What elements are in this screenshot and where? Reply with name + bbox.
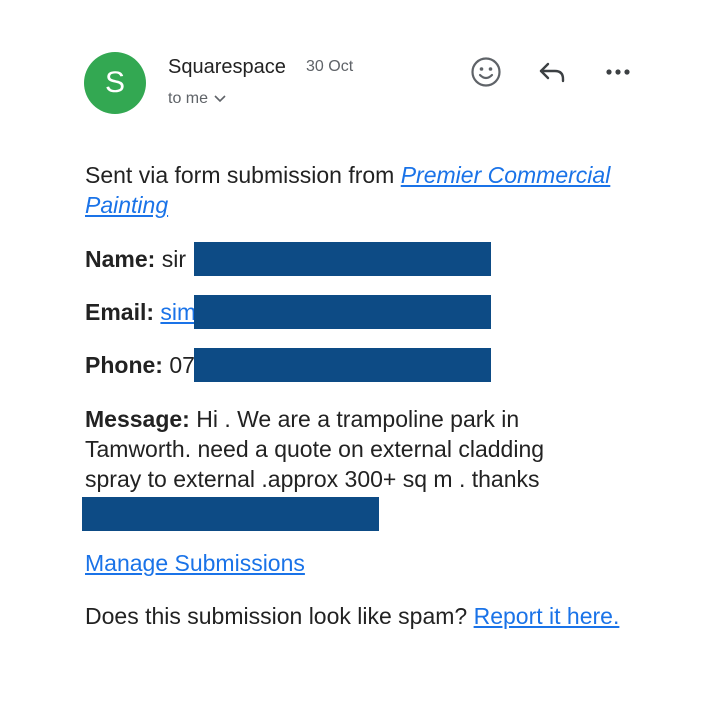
spam-question: Does this submission look like spam? Rep…	[85, 601, 625, 631]
email-field: Email: sim	[85, 297, 196, 327]
manage-submissions-link[interactable]: Manage Submissions	[85, 550, 305, 576]
sender-name[interactable]: Squarespace	[168, 56, 286, 79]
email-value-link[interactable]: sim	[160, 299, 196, 325]
message-label: Message:	[85, 406, 190, 432]
name-field: Name: sir	[85, 244, 186, 274]
recipient-label: to me	[168, 90, 209, 107]
phone-field: Phone: 07	[85, 350, 195, 380]
manage-submissions: Manage Submissions	[85, 548, 305, 578]
message-field: Message: Hi . We are a trampoline park i…	[85, 404, 605, 494]
email-date: 30 Oct	[306, 58, 354, 75]
sender-avatar[interactable]: S	[84, 52, 146, 114]
recipient-toggle[interactable]: to me	[168, 90, 226, 108]
spam-text: Does this submission look like spam?	[85, 603, 474, 629]
name-value: sir	[161, 246, 186, 272]
name-label: Name:	[85, 246, 156, 272]
email-label: Email:	[85, 299, 155, 325]
chevron-down-icon	[214, 95, 226, 103]
avatar-letter: S	[104, 66, 125, 99]
reply-icon	[539, 62, 565, 83]
phone-value: 07	[169, 352, 195, 378]
intro-text: Sent via form submission from	[85, 162, 401, 188]
redaction-bar	[194, 295, 491, 329]
more-options-button[interactable]	[600, 54, 636, 90]
report-link[interactable]: Report it here.	[474, 603, 620, 629]
phone-label: Phone:	[85, 352, 163, 378]
redaction-bar	[194, 242, 491, 276]
redaction-bar	[194, 348, 491, 382]
redaction-bar	[82, 497, 379, 531]
reply-button[interactable]	[534, 54, 570, 90]
more-horizontal-icon	[606, 69, 630, 75]
email-intro: Sent via form submission from Premier Co…	[85, 160, 645, 220]
emoji-reaction-button[interactable]	[468, 54, 504, 90]
smiley-icon	[471, 57, 501, 87]
